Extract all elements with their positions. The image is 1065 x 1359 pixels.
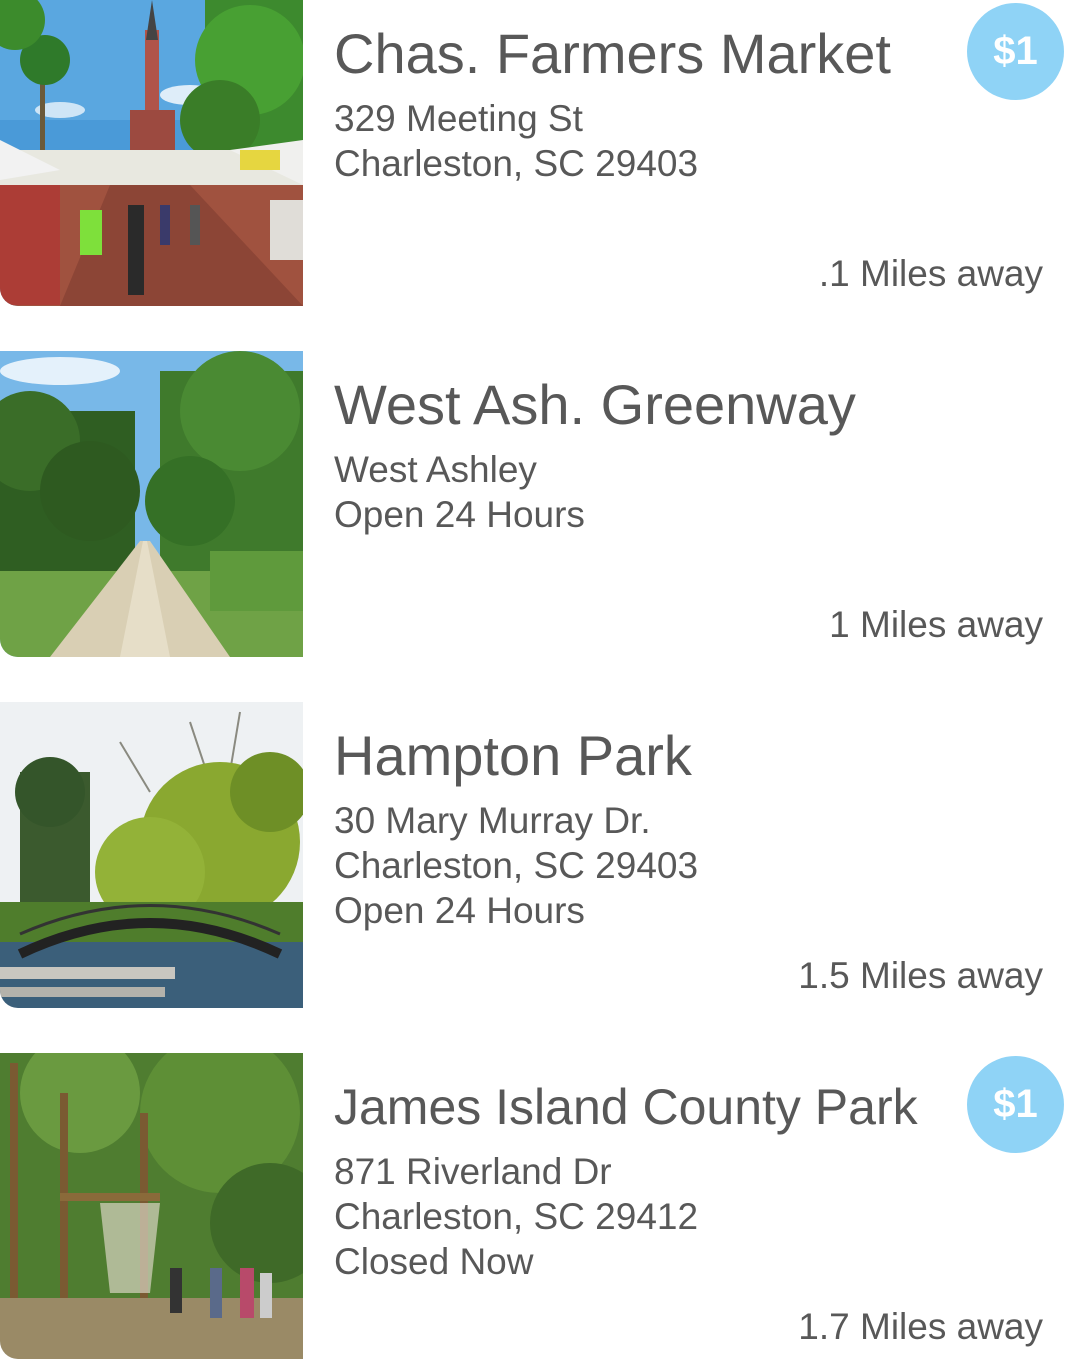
place-detail-line: Open 24 Hours	[334, 890, 585, 931]
place-details: West Ashley Open 24 Hours	[334, 447, 585, 537]
place-detail-line: Open 24 Hours	[334, 494, 585, 535]
distance-label: .1 Miles away	[818, 253, 1043, 294]
place-detail-line: 329 Meeting St	[334, 98, 583, 139]
farmers-market-photo	[0, 0, 303, 306]
place-detail-line: 30 Mary Murray Dr.	[334, 800, 651, 841]
place-details: 30 Mary Murray Dr. Charleston, SC 29403 …	[334, 798, 698, 933]
price-badge: $1	[967, 1056, 1064, 1153]
place-details: 329 Meeting St Charleston, SC 29403	[334, 96, 698, 186]
place-card-greenway[interactable]: West Ash. Greenway West Ashley Open 24 H…	[0, 351, 1065, 657]
place-title: Chas. Farmers Market	[334, 22, 891, 85]
place-detail-line: West Ashley	[334, 449, 537, 490]
place-detail-line: Charleston, SC 29403	[334, 845, 699, 886]
place-card-james-island[interactable]: James Island County Park $1 871 Riverlan…	[0, 1053, 1065, 1359]
price-badge: $1	[967, 3, 1064, 100]
distance-label: 1 Miles away	[829, 604, 1043, 645]
place-detail-line: 871 Riverland Dr	[334, 1151, 612, 1192]
place-detail-line: Closed Now	[334, 1241, 534, 1282]
ropes-course-photo	[0, 1053, 303, 1359]
place-details: 871 Riverland Dr Charleston, SC 29412 Cl…	[334, 1149, 698, 1284]
place-detail-line: Charleston, SC 29403	[334, 143, 699, 184]
distance-label: 1.5 Miles away	[798, 955, 1043, 996]
place-title: West Ash. Greenway	[334, 373, 856, 436]
place-title: Hampton Park	[334, 724, 692, 787]
place-title: James Island County Park	[334, 1079, 918, 1135]
place-detail-line: Charleston, SC 29412	[334, 1196, 699, 1237]
distance-label: 1.7 Miles away	[798, 1306, 1043, 1347]
park-bridge-photo	[0, 702, 303, 1008]
place-card-farmers-market[interactable]: Chas. Farmers Market $1 329 Meeting St C…	[0, 0, 1065, 306]
greenway-trail-photo	[0, 351, 303, 657]
place-card-hampton-park[interactable]: Hampton Park 30 Mary Murray Dr. Charlest…	[0, 702, 1065, 1008]
